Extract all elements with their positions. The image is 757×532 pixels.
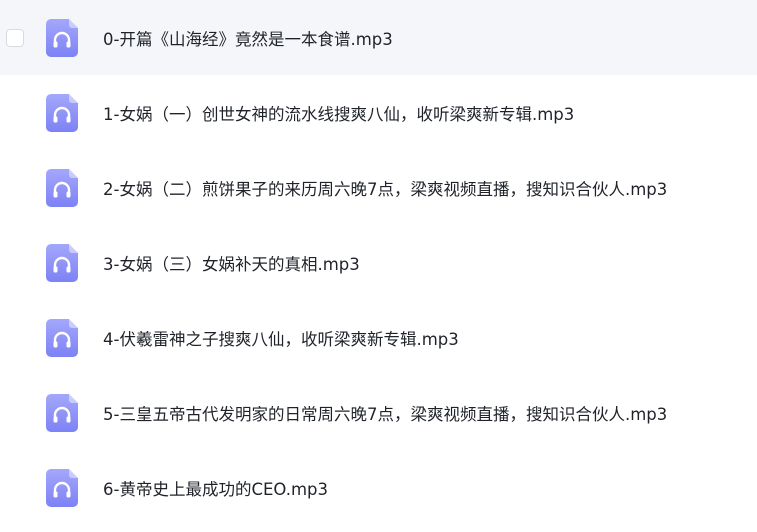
- file-row-1[interactable]: 1-女娲（一）创世女神的流水线搜爽八仙，收听梁爽新专辑.mp3: [0, 75, 757, 150]
- file-row-2[interactable]: 2-女娲（二）煎饼果子的来历周六晚7点，梁爽视频直播，搜知识合伙人.mp3: [0, 150, 757, 225]
- file-name[interactable]: 5-三皇五帝古代发明家的日常周六晚7点，梁爽视频直播，搜知识合伙人.mp3: [103, 401, 667, 425]
- audio-file-headphones-icon: [46, 18, 78, 57]
- audio-file-headphones-icon: [46, 393, 78, 432]
- audio-file-headphones-icon: [46, 168, 78, 207]
- file-row-3[interactable]: 3-女娲（三）女娲补天的真相.mp3: [0, 225, 757, 300]
- file-list: 0-开篇《山海经》竟然是一本食谱.mp3 1-女娲（一）创世女神的流水线搜爽八仙…: [0, 0, 757, 532]
- audio-file-headphones-icon: [46, 468, 78, 507]
- file-row-5[interactable]: 5-三皇五帝古代发明家的日常周六晚7点，梁爽视频直播，搜知识合伙人.mp3: [0, 375, 757, 450]
- file-row-6[interactable]: 6-黄帝史上最成功的CEO.mp3: [0, 450, 757, 525]
- file-name[interactable]: 1-女娲（一）创世女神的流水线搜爽八仙，收听梁爽新专辑.mp3: [103, 101, 574, 125]
- file-name[interactable]: 3-女娲（三）女娲补天的真相.mp3: [103, 251, 360, 275]
- file-name[interactable]: 2-女娲（二）煎饼果子的来历周六晚7点，梁爽视频直播，搜知识合伙人.mp3: [103, 176, 667, 200]
- file-row-0[interactable]: 0-开篇《山海经》竟然是一本食谱.mp3: [0, 0, 757, 75]
- audio-file-headphones-icon: [46, 318, 78, 357]
- audio-file-headphones-icon: [46, 93, 78, 132]
- row-checkbox[interactable]: [6, 28, 24, 47]
- audio-file-headphones-icon: [46, 243, 78, 282]
- file-name[interactable]: 4-伏羲雷神之子搜爽八仙，收听梁爽新专辑.mp3: [103, 326, 459, 350]
- file-row-4[interactable]: 4-伏羲雷神之子搜爽八仙，收听梁爽新专辑.mp3: [0, 300, 757, 375]
- file-name[interactable]: 6-黄帝史上最成功的CEO.mp3: [103, 476, 328, 500]
- file-name[interactable]: 0-开篇《山海经》竟然是一本食谱.mp3: [103, 26, 393, 50]
